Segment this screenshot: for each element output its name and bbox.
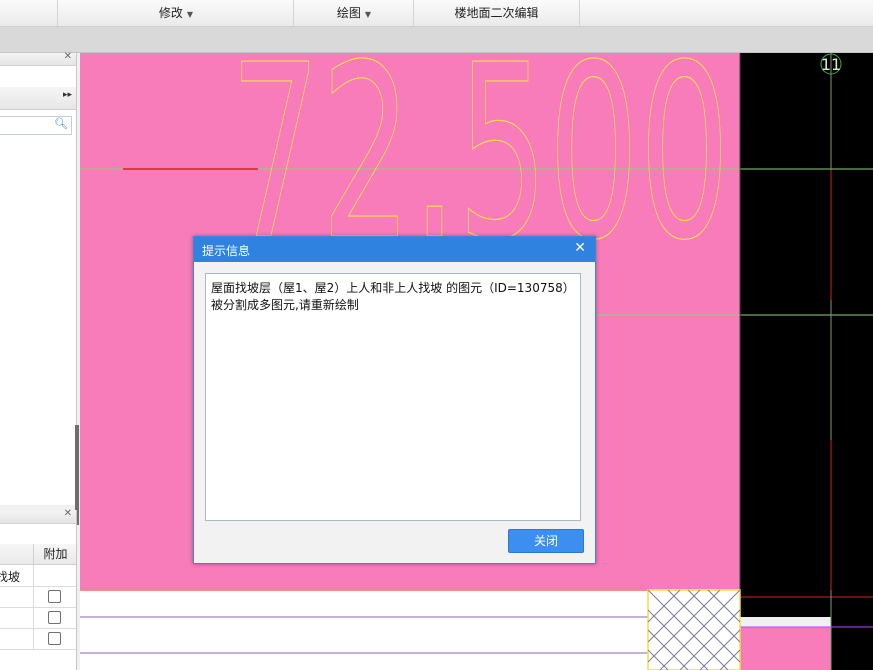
close-button[interactable]: 关闭 (508, 529, 584, 553)
hatch-pattern (647, 589, 741, 670)
info-dialog: 提示信息 ✕ 屋面找坡层（屋1、屋2）上人和非上人找坡 的图元（ID=13075… (193, 236, 596, 564)
close-icon[interactable]: ✕ (574, 240, 586, 256)
dialog-title: 提示信息 (202, 244, 251, 258)
axis-number-label: 11 (821, 55, 841, 74)
dialog-titlebar[interactable]: 提示信息 ✕ (194, 237, 595, 262)
dialog-message-box[interactable]: 屋面找坡层（屋1、屋2）上人和非上人找坡 的图元（ID=130758） 被分割成… (205, 273, 581, 521)
